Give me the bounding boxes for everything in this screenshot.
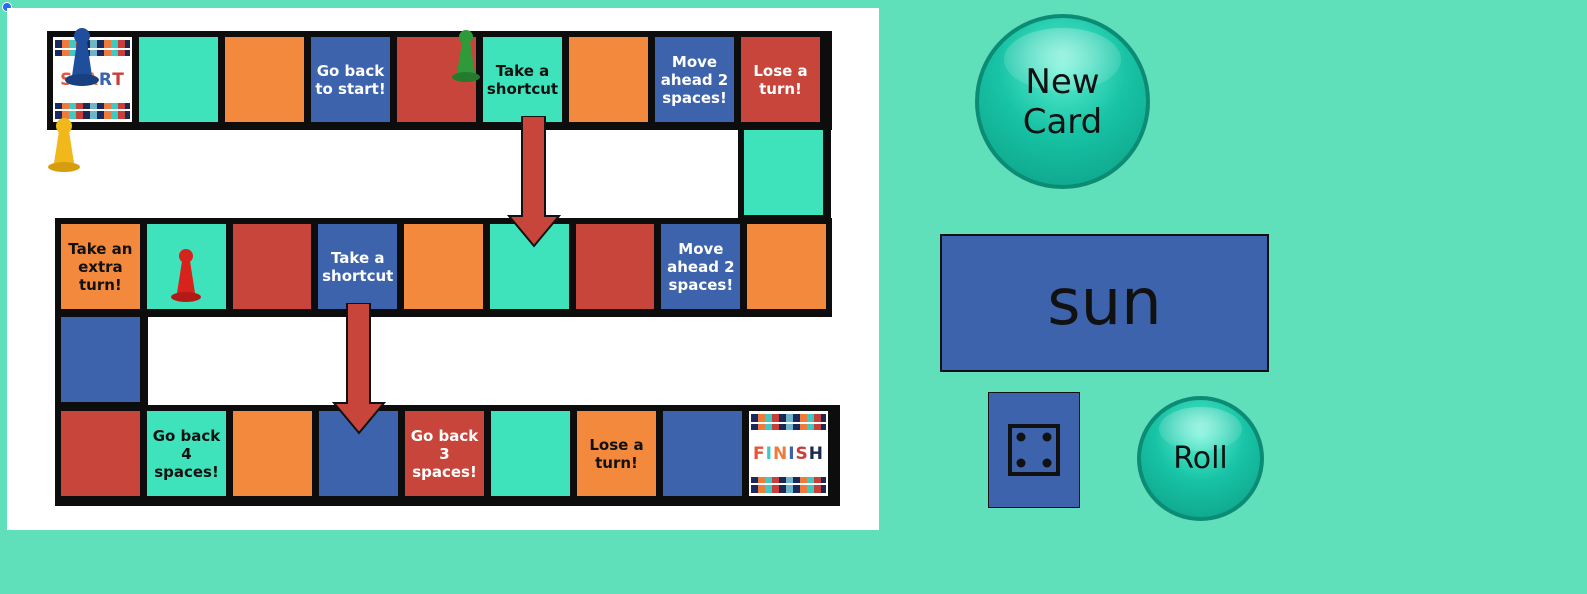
blue-pawn-icon — [65, 28, 99, 86]
board-space: Move ahead 2 spaces! — [655, 37, 734, 122]
new-card-label: New Card — [1022, 61, 1103, 142]
space-instruction: Move ahead 2 spaces! — [660, 52, 729, 107]
card-word: sun — [1047, 266, 1162, 340]
shortcut-arrow-down-icon — [507, 116, 561, 248]
space-instruction: Take a shortcut — [322, 248, 394, 285]
finish-space: FINISH — [749, 411, 828, 496]
board-row-top: STARTGo back to start!Take a shortcutMov… — [47, 31, 832, 130]
board-space: Lose a turn! — [741, 37, 820, 122]
shortcut-arrow-down-icon — [332, 303, 386, 435]
board-space — [569, 37, 648, 122]
decorative-stripe — [751, 424, 826, 430]
yellow-pawn-icon — [48, 118, 80, 172]
board-space — [61, 411, 140, 496]
new-card-button[interactable]: New Card — [975, 14, 1150, 189]
decorative-stripe — [751, 485, 826, 493]
board-space: Move ahead 2 spaces! — [661, 224, 741, 309]
board-space — [663, 411, 742, 496]
board-space: Lose a turn! — [577, 411, 656, 496]
roll-label: Roll — [1173, 441, 1228, 476]
board-space: Take an extra turn! — [61, 224, 140, 309]
board-space — [233, 411, 312, 496]
board-space — [744, 130, 823, 215]
green-pawn-icon — [452, 30, 480, 82]
board-space — [747, 224, 827, 309]
die-four-icon — [1008, 424, 1060, 476]
board-connector-left — [55, 311, 148, 410]
decorative-stripe — [751, 477, 826, 483]
board-space — [139, 37, 218, 122]
board-space: Take a shortcut — [483, 37, 562, 122]
die-display — [988, 392, 1080, 508]
word-card: sun — [940, 234, 1269, 372]
decorative-stripe — [55, 103, 130, 109]
game-board: STARTGo back to start!Take a shortcutMov… — [7, 8, 879, 530]
space-instruction: Lose a turn! — [589, 435, 644, 472]
red-pawn-icon — [171, 249, 201, 302]
board-space — [225, 37, 304, 122]
board-row-bottom: Go back 4 spaces! Go back 3 spaces! Lose a… — [55, 405, 840, 506]
board-space — [491, 411, 570, 496]
decorative-stripe — [751, 414, 826, 422]
board-connector-right — [738, 124, 831, 223]
space-instruction: Take a shortcut — [486, 61, 559, 98]
board-space — [404, 224, 483, 309]
board-space: Go back to start! — [311, 37, 390, 122]
board-space: Go back 3 spaces! — [405, 411, 484, 496]
space-instruction: Lose a turn! — [753, 61, 808, 98]
space-instruction: Go back to start! — [315, 61, 386, 98]
space-instruction: Go back 4 spaces! — [152, 426, 221, 481]
board-space — [232, 224, 312, 309]
space-instruction: Take an extra turn! — [68, 239, 133, 294]
board-space — [61, 317, 140, 402]
board-space — [575, 224, 655, 309]
space-instruction: Go back 3 spaces! — [410, 426, 479, 481]
space-instruction: Move ahead 2 spaces! — [667, 239, 735, 294]
board-space: Take a shortcut — [318, 224, 398, 309]
roll-button[interactable]: Roll — [1137, 396, 1264, 521]
board-space: Go back 4 spaces! — [147, 411, 226, 496]
finish-label: FINISH — [753, 443, 824, 464]
